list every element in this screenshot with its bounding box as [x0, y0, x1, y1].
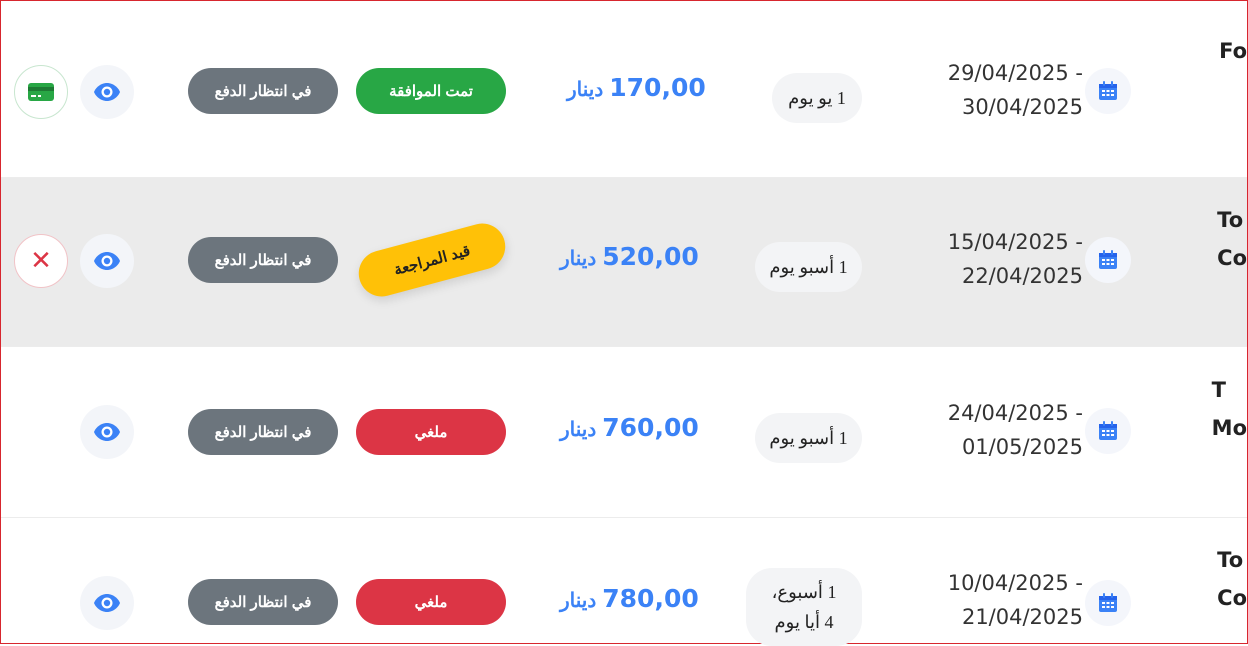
status-badge: ملغي [356, 409, 506, 455]
calendar-icon [1085, 68, 1131, 114]
date-to: 01/05/2025 [961, 435, 1083, 459]
user-name: T Mo [1211, 378, 1247, 440]
price-currency: دينار [567, 79, 604, 101]
payment-badge: في انتظار الدفع [188, 579, 338, 625]
duration-badge: 1 أسبو يوم [755, 413, 862, 463]
duration-badge: 1 أسبوع، 4 أيا يوم [746, 568, 862, 646]
cancel-button[interactable]: ✕ [14, 234, 68, 288]
payment-badge: في انتظار الدفع [188, 237, 338, 283]
date-from: 29/04/2025 - [947, 61, 1083, 85]
duration-text: 1 أسبو يوم [769, 257, 848, 277]
close-icon: ✕ [30, 246, 52, 276]
date-range: 29/04/2025 - 30/04/2025 [948, 56, 1083, 124]
duration-text: 1 أسبو يوم [769, 428, 848, 448]
view-button[interactable] [80, 65, 134, 119]
table-row: Fo 29/04/2025 - 30/04/2025 1 يو يوم 170,… [1, 6, 1247, 178]
price: 760,00دينار [560, 413, 699, 442]
date-from: 15/04/2025 - [947, 230, 1083, 254]
eye-icon [94, 423, 120, 441]
eye-icon [94, 594, 120, 612]
date-to: 22/04/2025 [961, 264, 1083, 288]
status-badge: قيد المراجعة [353, 218, 511, 302]
user-name: To Co [1217, 208, 1247, 270]
duration-badge: 1 يو يوم [772, 73, 862, 123]
payment-badge: في انتظار الدفع [188, 409, 338, 455]
eye-icon [94, 252, 120, 270]
calendar-icon [1085, 408, 1131, 454]
status-badge: ملغي [356, 579, 506, 625]
date-to: 30/04/2025 [961, 95, 1083, 119]
view-button[interactable] [80, 405, 134, 459]
date-range: 10/04/2025 - 21/04/2025 [948, 566, 1083, 634]
status-badge: تمت الموافقة [356, 68, 506, 114]
price-amount: 760,00 [602, 413, 699, 442]
date-to: 21/04/2025 [961, 605, 1083, 629]
eye-icon [94, 83, 120, 101]
duration-text: 1 يو يوم [788, 88, 846, 108]
date-from: 10/04/2025 - [947, 571, 1083, 595]
payment-badge: في انتظار الدفع [188, 68, 338, 114]
duration-text-line2: 4 أيا يوم [774, 612, 834, 632]
price: 170,00دينار [567, 73, 706, 102]
calendar-icon [1085, 580, 1131, 626]
table-row: T Mo 24/04/2025 - 01/05/2025 1 أسبو يوم … [1, 347, 1247, 518]
price-currency: دينار [560, 419, 597, 441]
price-amount: 170,00 [609, 73, 706, 102]
table-row: To Co 10/04/2025 - 21/04/2025 1 أسبوع، 4… [1, 518, 1247, 646]
price-amount: 520,00 [602, 242, 699, 271]
duration-badge: 1 أسبو يوم [755, 242, 862, 292]
pay-button[interactable] [14, 65, 68, 119]
credit-card-icon [28, 83, 54, 101]
price-currency: دينار [560, 248, 597, 270]
duration-text-line1: 1 أسبوع، [771, 582, 837, 602]
price: 520,00دينار [560, 242, 699, 271]
table-row: To Co 15/04/2025 - 22/04/2025 1 أسبو يوم… [1, 178, 1247, 347]
calendar-icon [1085, 237, 1131, 283]
user-name: To Co [1217, 548, 1247, 610]
price: 780,00دينار [560, 584, 699, 613]
price-amount: 780,00 [602, 584, 699, 613]
view-button[interactable] [80, 234, 134, 288]
date-range: 15/04/2025 - 22/04/2025 [948, 225, 1083, 293]
date-range: 24/04/2025 - 01/05/2025 [948, 396, 1083, 464]
user-name: Fo [1219, 39, 1247, 63]
view-button[interactable] [80, 576, 134, 630]
price-currency: دينار [560, 590, 597, 612]
date-from: 24/04/2025 - [947, 401, 1083, 425]
